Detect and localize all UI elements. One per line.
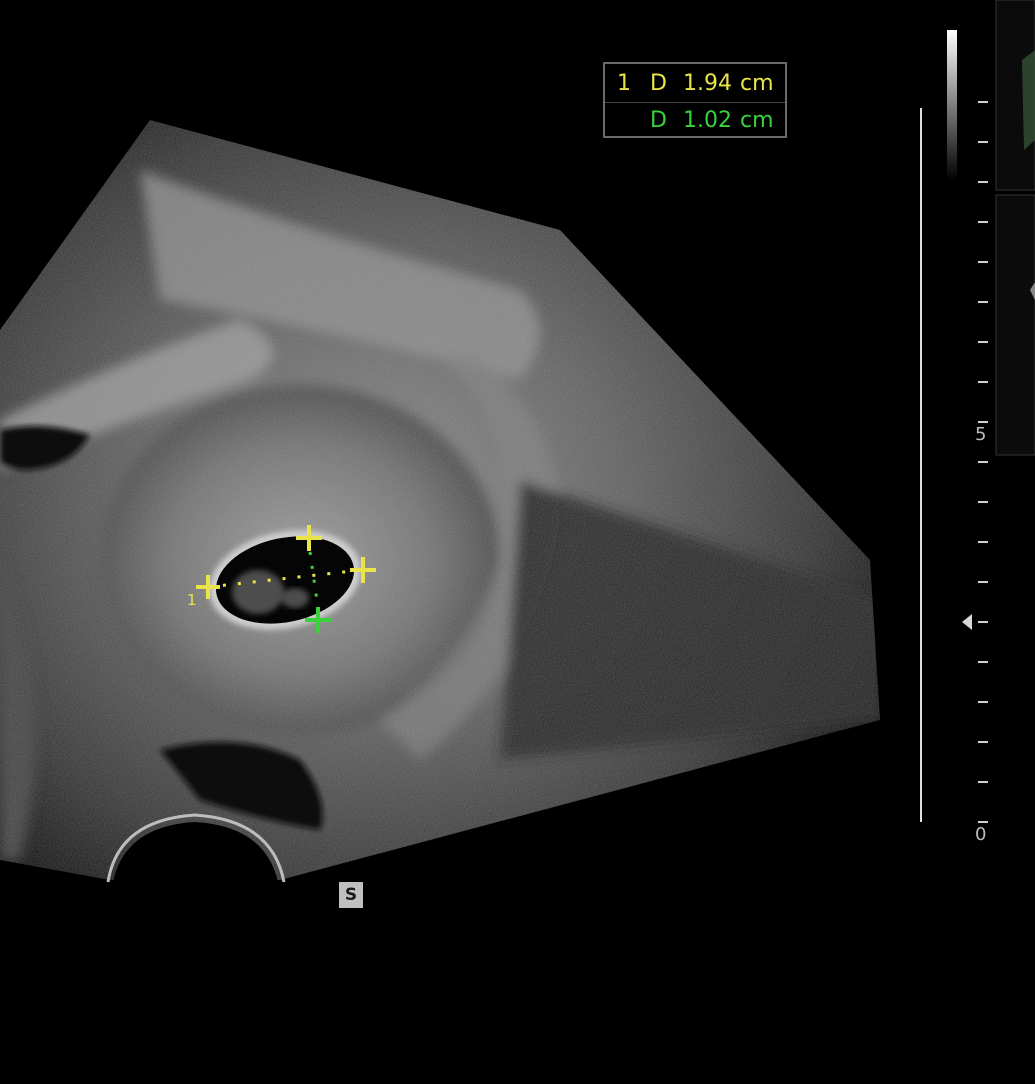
measurement-value: 1.02 <box>683 108 732 133</box>
caliper-label: 1 <box>187 591 197 609</box>
thumbnail-strip <box>995 0 1035 456</box>
measurement-index: 1 <box>617 71 631 96</box>
depth-label-bottom: 0 <box>975 824 987 845</box>
measurement-row: D 1.02 cm <box>605 102 785 139</box>
measurement-unit: cm <box>740 108 774 133</box>
grayscale-bar <box>947 30 957 180</box>
measurement-label: D <box>650 71 667 96</box>
ultrasound-image <box>0 0 1035 883</box>
measurement-row: 1 D 1.94 cm <box>605 66 785 102</box>
measurement-box: 1 D 1.94 cm D 1.02 cm <box>603 62 787 138</box>
focus-marker-icon[interactable] <box>962 614 972 630</box>
measurement-value: 1.94 <box>683 71 732 96</box>
depth-label-top: 5 <box>975 424 987 445</box>
ultrasound-viewport: 1 D 1.94 cm D 1.02 cm 1 5 0 S <box>0 0 1035 1080</box>
orientation-marker: S <box>339 882 363 908</box>
tissue-sector <box>0 120 880 880</box>
measurement-label: D <box>650 108 667 133</box>
measurement-unit: cm <box>740 71 774 96</box>
